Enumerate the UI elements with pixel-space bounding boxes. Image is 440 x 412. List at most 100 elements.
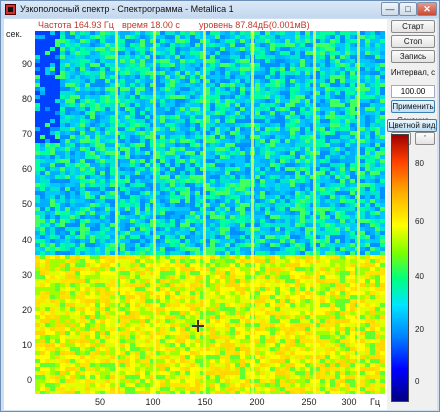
- spectrogram-cell: [70, 167, 75, 171]
- spectrogram-cell: [120, 31, 125, 35]
- spectrogram-cell: [220, 35, 225, 39]
- spectrogram-cell: [80, 99, 85, 103]
- spectrogram-cell: [210, 199, 215, 203]
- spectrogram-cell: [240, 239, 245, 243]
- spectrogram-cell: [175, 51, 180, 55]
- spectrogram-cell: [275, 39, 280, 43]
- spectrogram-cell: [235, 55, 240, 59]
- spectrogram-cell: [360, 251, 365, 255]
- spectrogram-cell: [40, 287, 45, 291]
- spectrogram-cell: [295, 159, 300, 163]
- spectrogram-cell: [40, 31, 45, 35]
- spectrogram-cell: [140, 119, 145, 123]
- spectrogram-cell: [380, 123, 385, 127]
- spectrogram-cell: [230, 231, 235, 235]
- spectrogram-cell: [375, 199, 380, 203]
- spectrogram-cell: [345, 159, 350, 163]
- spectrogram-cell: [260, 111, 265, 115]
- spectrogram-cell: [345, 131, 350, 135]
- spectrogram-cell: [210, 71, 215, 75]
- maximize-button[interactable]: □: [399, 2, 417, 16]
- spectrogram-cell: [280, 55, 285, 59]
- spectrogram-cell: [340, 123, 345, 127]
- spectrogram-cell: [255, 307, 260, 311]
- spectrogram-cell: [255, 235, 260, 239]
- close-button[interactable]: ✕: [417, 2, 437, 16]
- spectrogram-cell: [290, 139, 295, 143]
- spectrogram-cell: [70, 243, 75, 247]
- spectrogram-cell: [35, 239, 40, 243]
- spectrogram-cell: [370, 195, 375, 199]
- spectrogram-cell: [65, 239, 70, 243]
- spectrogram-cell: [295, 63, 300, 67]
- spectrogram-cell: [55, 71, 60, 75]
- spectrogram-cell: [105, 135, 110, 139]
- spectrogram-cell: [360, 119, 365, 123]
- spectrogram-cell: [170, 223, 175, 227]
- spectrogram-cell: [240, 171, 245, 175]
- spectrogram-cell: [255, 135, 260, 139]
- spectrogram-cell: [235, 255, 240, 259]
- title-bar[interactable]: Узкополосный спектр - Спектрограмма - Me…: [1, 1, 439, 18]
- spectrogram-cell: [295, 251, 300, 255]
- spectrogram-cell: [300, 267, 305, 271]
- spectrogram-cell: [240, 287, 245, 291]
- spectrogram-cell: [260, 155, 265, 159]
- spectrogram-cell: [340, 171, 345, 175]
- spectrogram-cell: [80, 183, 85, 187]
- spectrogram-cell: [95, 187, 100, 191]
- spectrogram-cell: [80, 295, 85, 299]
- spectrogram-cell: [370, 275, 375, 279]
- spectrogram-cell: [375, 155, 380, 159]
- spectrogram-cell: [230, 155, 235, 159]
- spectrogram-cell: [75, 47, 80, 51]
- spectrogram-cell: [325, 103, 330, 107]
- spectrogram-cell: [325, 227, 330, 231]
- spectrogram-cell: [225, 47, 230, 51]
- spectrogram-cell: [260, 47, 265, 51]
- spectrogram-cell: [105, 275, 110, 279]
- spectrogram-cell: [180, 143, 185, 147]
- spectrogram-cell: [85, 163, 90, 167]
- spectrogram-cell: [145, 239, 150, 243]
- spectrogram-cell: [235, 247, 240, 251]
- spectrogram-cell: [160, 307, 165, 311]
- spectrogram-cell: [120, 291, 125, 295]
- spectrogram-cell: [350, 311, 355, 315]
- spectrogram-cell: [260, 147, 265, 151]
- spectrogram-cell: [120, 155, 125, 159]
- spectrogram-cell: [40, 271, 45, 275]
- spectrogram-cell: [70, 263, 75, 267]
- spectrogram-cell: [125, 243, 130, 247]
- spectrogram-cell: [235, 163, 240, 167]
- spectrogram-cell: [345, 107, 350, 111]
- spectrogram-cell: [110, 295, 115, 299]
- spectrogram-cell: [40, 243, 45, 247]
- spectrogram-cell: [190, 243, 195, 247]
- spectrogram-cell: [280, 203, 285, 207]
- spectrogram-cell: [235, 183, 240, 187]
- spectrogram-cell: [300, 115, 305, 119]
- spectrogram-cell: [65, 115, 70, 119]
- spectrogram-cell: [335, 311, 340, 315]
- spectrogram-cell: [100, 139, 105, 143]
- spectrogram-cell: [365, 163, 370, 167]
- spectrogram-cell: [195, 211, 200, 215]
- spectrogram-cell: [335, 135, 340, 139]
- spectrogram-cell: [380, 151, 385, 155]
- spectrogram-cell: [230, 135, 235, 139]
- spectrogram-cell: [110, 167, 115, 171]
- spectrogram-canvas[interactable]: [35, 31, 385, 394]
- spectrogram-cell: [265, 299, 270, 303]
- spectrogram-cell: [290, 31, 295, 35]
- spectrogram-cell: [275, 119, 280, 123]
- spectrogram-cell: [210, 107, 215, 111]
- spectrogram-cell: [130, 115, 135, 119]
- minimize-button[interactable]: —: [381, 2, 399, 16]
- spectrogram-cell: [320, 179, 325, 183]
- spectrogram-cell: [185, 271, 190, 275]
- spectrogram-cell: [180, 211, 185, 215]
- spectrogram-cell: [55, 199, 60, 203]
- spectrogram-cell: [95, 259, 100, 263]
- spectrogram-cell: [380, 131, 385, 135]
